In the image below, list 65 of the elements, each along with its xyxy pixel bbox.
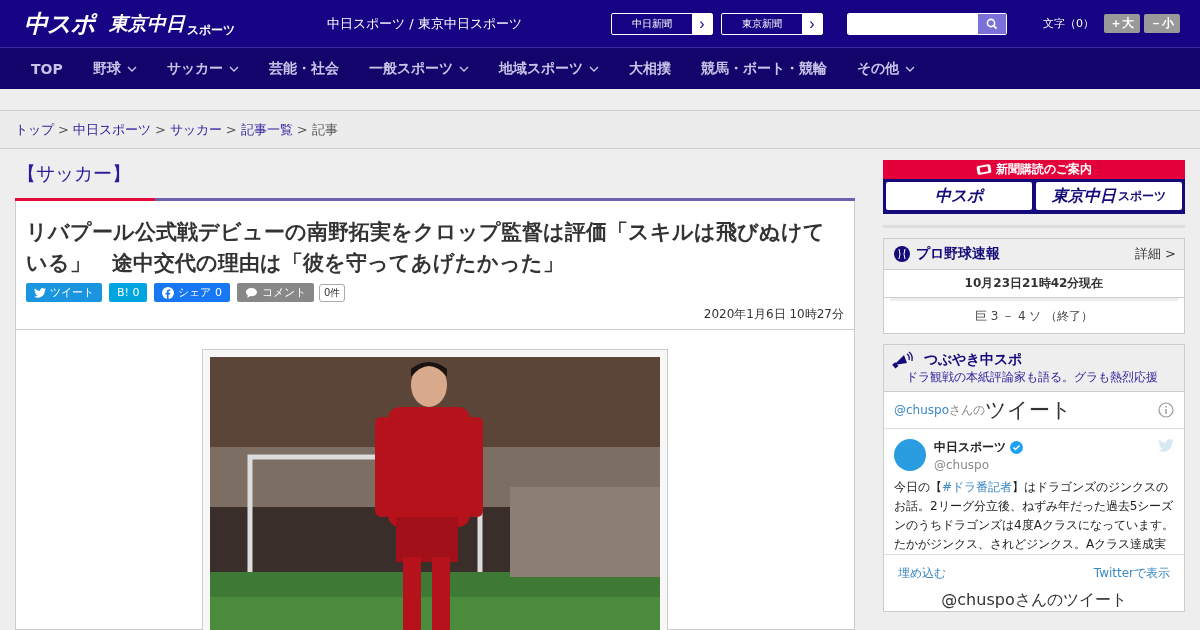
- newspaper-logo[interactable]: 中スポ: [886, 182, 1032, 210]
- chevron-icon: [904, 65, 915, 72]
- info-icon[interactable]: [1158, 402, 1174, 418]
- chevron-icon: [228, 65, 239, 72]
- nav-item[interactable]: サッカー: [166, 59, 239, 78]
- chevron-icon: [126, 65, 137, 72]
- panel-subtitle: ドラ観戦の本紙評論家も語る。グラも熱烈応援: [906, 369, 1159, 386]
- hashtag-link[interactable]: #ドラ番記者: [942, 480, 1013, 494]
- breadcrumb-link[interactable]: 中日スポーツ: [72, 120, 151, 139]
- newspaper-link[interactable]: 中日新聞 ›: [611, 12, 713, 35]
- article-title: リバプール公式戦デビューの南野拓実をクロップ監督は評価「スキルは飛びぬけている」 途中交代の理由は「彼を守ってあげたかった」: [26, 219, 826, 277]
- nav-item[interactable]: 競馬・ボート・競輪: [700, 59, 827, 78]
- breadcrumb-link[interactable]: 記事一覧: [240, 120, 293, 139]
- nav-item[interactable]: 芸能・社会: [268, 59, 339, 78]
- newspaper-link[interactable]: 東京新聞 ›: [721, 12, 823, 35]
- breadcrumb-link[interactable]: トップ: [15, 120, 54, 139]
- verified-badge-icon: [1010, 441, 1023, 454]
- breadcrumb-current: 記事: [311, 120, 338, 139]
- view-on-twitter-link[interactable]: Twitterで表示: [1093, 565, 1170, 582]
- timeline-footer: @chuspoさんのツイート: [884, 588, 1184, 611]
- breadcrumb-separator: >: [58, 122, 69, 137]
- bird-icon: [34, 287, 46, 298]
- heading-suffix: さんの: [949, 401, 986, 417]
- breadcrumb-separator: >: [154, 122, 166, 137]
- subscription-banner[interactable]: 新聞購読のご案内 中スポ 東京中日スポーツ: [883, 160, 1185, 214]
- share-button[interactable]: コメント: [236, 283, 314, 302]
- breadcrumb-link[interactable]: サッカー: [169, 120, 222, 139]
- nav-item[interactable]: 野球: [92, 59, 137, 78]
- nav-item[interactable]: 一般スポーツ: [368, 59, 469, 78]
- detail-link[interactable]: 詳細 >: [1134, 245, 1176, 263]
- nav-item[interactable]: TOP: [31, 60, 63, 77]
- breadcrumb-separator: >: [296, 122, 308, 137]
- account-avatar[interactable]: [894, 439, 926, 471]
- account-link[interactable]: @chuspo: [894, 403, 950, 417]
- newspaper-logo[interactable]: 東京中日スポーツ: [1036, 182, 1182, 210]
- ticket-icon: [976, 164, 992, 175]
- site-name: 中日スポーツ / 東京中日スポーツ: [327, 14, 522, 33]
- update-time: 10月23日21時42分現在: [884, 270, 1184, 298]
- megaphone-icon: [892, 351, 914, 369]
- tweet-text: 今日の【#ドラ番記者】はドラゴンズのジンクスのお話。2リーグ分立後、ねずみ年だった過去5シーズンのうちドラゴンズは4度Aクラスになっています。たかがジンクス、されどジンクス。Aクラス達成実: [893, 479, 1175, 553]
- baseball-icon: [894, 246, 910, 262]
- timeline-heading: ツイート: [985, 397, 1073, 424]
- breadcrumb-separator: >: [225, 122, 237, 137]
- category-heading: 【サッカー】: [16, 161, 132, 186]
- panel-title: つぶやき中スポ: [924, 351, 1022, 369]
- panel-title: プロ野球速報: [916, 245, 1000, 263]
- f-circle-icon: [162, 286, 175, 299]
- speech-bubble-icon: [244, 286, 258, 299]
- search-icon[interactable]: [986, 17, 998, 30]
- chevron-icon: [458, 65, 469, 72]
- embed-link[interactable]: 埋め込む: [898, 565, 946, 582]
- nav-item[interactable]: その他: [856, 59, 915, 78]
- account-handle[interactable]: @chuspo: [934, 458, 1023, 472]
- account-name[interactable]: 中日スポーツ: [934, 439, 1006, 456]
- banner-title: 新聞購読のご案内: [996, 161, 1092, 178]
- chevron-icon: [588, 65, 599, 72]
- article-date: 2020年1月6日 10時27分: [702, 306, 844, 323]
- nav-item[interactable]: 大相撲: [628, 59, 671, 78]
- nav-item[interactable]: 地域スポーツ: [498, 59, 599, 78]
- bird-icon: [1158, 439, 1174, 452]
- search-field[interactable]: [847, 12, 1007, 35]
- share-button[interactable]: シェア 0: [154, 283, 230, 302]
- font-size-label: 文字（0）: [1043, 16, 1094, 31]
- comment-count: 0件: [318, 283, 346, 302]
- game-score[interactable]: 巨 3 － 4 ソ （終了）: [890, 298, 1178, 333]
